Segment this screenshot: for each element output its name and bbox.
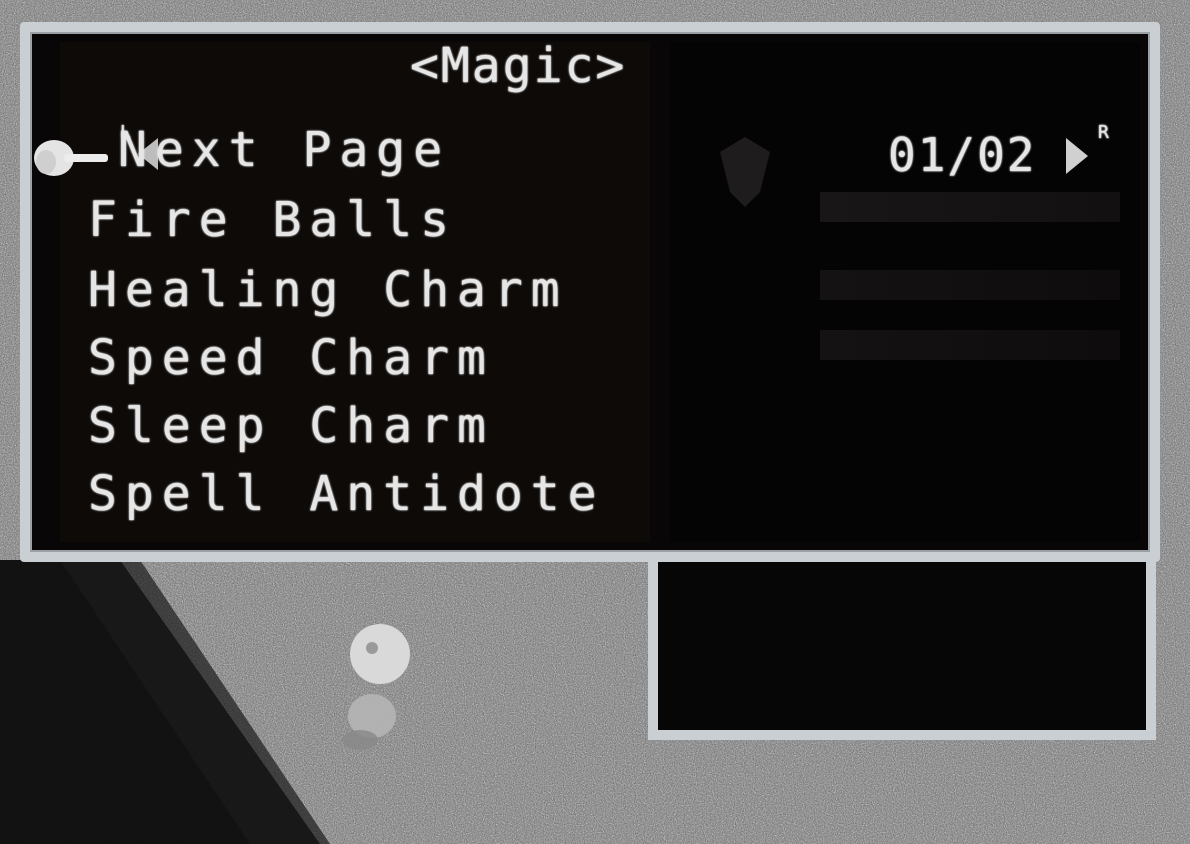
menu-item-speed-charm[interactable]: Speed Charm <box>88 330 494 386</box>
menu-item-sleep-charm[interactable]: Sleep Charm <box>88 398 494 454</box>
menu-item-next-page[interactable]: Next Page <box>118 122 450 178</box>
menu-title: <Magic> <box>410 38 627 94</box>
faded-stat-row <box>820 330 1120 360</box>
faded-character-emblem-icon <box>720 137 770 207</box>
r-shoulder-label: R <box>1098 122 1109 143</box>
pointing-hand-icon <box>34 140 108 176</box>
menu-item-fire-balls[interactable]: Fire Balls <box>88 192 457 248</box>
menu-item-healing-charm[interactable]: Healing Charm <box>88 262 568 318</box>
menu-item-spell-antidote[interactable]: Spell Antidote <box>88 466 605 522</box>
faded-stat-row <box>820 192 1120 222</box>
game-screen: <Magic> L Next Page Fire Balls Healing C… <box>0 0 1190 844</box>
page-counter: 01/02 <box>888 128 1037 182</box>
triangle-right-icon[interactable] <box>1066 138 1088 174</box>
status-window <box>648 556 1156 740</box>
faded-stat-row <box>820 270 1120 300</box>
